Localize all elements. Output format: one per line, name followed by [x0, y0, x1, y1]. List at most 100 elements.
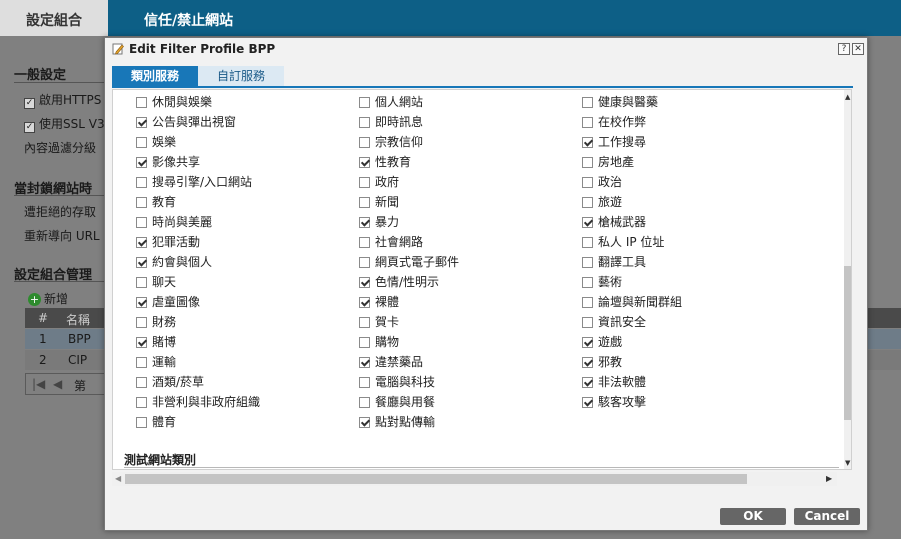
category-item[interactable]: 虐童圖像	[136, 292, 200, 312]
first-page-icon[interactable]: |◀	[32, 377, 45, 391]
tab-trusted-blocked-sites[interactable]: 信任/禁止網站	[118, 0, 318, 36]
category-item[interactable]: 電腦與科技	[359, 372, 435, 392]
category-item[interactable]: 影像共享	[136, 152, 200, 172]
horizontal-scrollbar[interactable]: ◀ ▶	[112, 472, 837, 486]
category-item[interactable]: 犯罪活動	[136, 232, 200, 252]
scrollbar-thumb[interactable]	[125, 474, 747, 484]
category-checkbox[interactable]	[359, 256, 370, 268]
category-checkbox[interactable]	[359, 216, 370, 228]
category-item[interactable]: 餐廳與用餐	[359, 392, 435, 412]
category-checkbox[interactable]	[136, 316, 147, 328]
category-checkbox[interactable]	[359, 96, 370, 108]
tab-category-service[interactable]: 類別服務	[112, 66, 198, 86]
category-item[interactable]: 旅遊	[582, 192, 622, 212]
category-item[interactable]: 體育	[136, 412, 176, 432]
category-item[interactable]: 購物	[359, 332, 399, 352]
category-checkbox[interactable]	[359, 136, 370, 148]
category-item[interactable]: 宗教信仰	[359, 132, 423, 152]
cancel-button[interactable]: Cancel	[794, 508, 860, 525]
category-checkbox[interactable]	[136, 136, 147, 148]
add-button[interactable]: + 新增	[28, 290, 68, 307]
category-item[interactable]: 教育	[136, 192, 176, 212]
category-item[interactable]: 聊天	[136, 272, 176, 292]
category-item[interactable]: 房地產	[582, 152, 634, 172]
category-checkbox[interactable]	[136, 376, 147, 388]
category-checkbox[interactable]	[582, 236, 593, 248]
category-item[interactable]: 搜尋引擎/入口網站	[136, 172, 252, 192]
category-checkbox[interactable]	[359, 236, 370, 248]
category-item[interactable]: 違禁藥品	[359, 352, 423, 372]
category-checkbox[interactable]	[582, 356, 593, 368]
category-item[interactable]: 休閒與娛樂	[136, 92, 212, 112]
category-item[interactable]: 性教育	[359, 152, 411, 172]
scroll-down-icon[interactable]: ▼	[845, 459, 850, 467]
category-item[interactable]: 在校作弊	[582, 112, 646, 132]
category-checkbox[interactable]	[136, 156, 147, 168]
ok-button[interactable]: OK	[720, 508, 786, 525]
scroll-left-icon[interactable]: ◀	[115, 474, 121, 483]
help-icon[interactable]: ?	[838, 43, 850, 55]
category-checkbox[interactable]	[136, 256, 147, 268]
category-checkbox[interactable]	[359, 316, 370, 328]
category-item[interactable]: 網頁式電子郵件	[359, 252, 459, 272]
category-item[interactable]: 論壇與新聞群組	[582, 292, 682, 312]
category-item[interactable]: 邪教	[582, 352, 622, 372]
category-checkbox[interactable]	[136, 396, 147, 408]
category-item[interactable]: 賭博	[136, 332, 176, 352]
category-checkbox[interactable]	[582, 256, 593, 268]
scrollbar-thumb[interactable]	[844, 266, 851, 420]
category-checkbox[interactable]	[359, 116, 370, 128]
scroll-up-icon[interactable]: ▲	[845, 93, 850, 101]
category-item[interactable]: 新聞	[359, 192, 399, 212]
category-checkbox[interactable]	[359, 156, 370, 168]
use-ssl-option[interactable]: ✓ 使用SSL V3	[24, 115, 105, 133]
category-item[interactable]: 健康與醫藥	[582, 92, 658, 112]
category-item[interactable]: 個人網站	[359, 92, 423, 112]
category-checkbox[interactable]	[136, 236, 147, 248]
category-checkbox[interactable]	[136, 336, 147, 348]
category-checkbox[interactable]	[359, 176, 370, 188]
category-checkbox[interactable]	[582, 176, 593, 188]
category-checkbox[interactable]	[359, 296, 370, 308]
tab-custom-service[interactable]: 自訂服務	[198, 66, 284, 86]
category-checkbox[interactable]	[136, 96, 147, 108]
category-item[interactable]: 財務	[136, 312, 176, 332]
category-item[interactable]: 非法軟體	[582, 372, 646, 392]
category-checkbox[interactable]	[582, 296, 593, 308]
category-checkbox[interactable]	[359, 336, 370, 348]
category-checkbox[interactable]	[582, 276, 593, 288]
category-item[interactable]: 藝術	[582, 272, 622, 292]
previous-page-icon[interactable]: ◀	[53, 377, 62, 391]
category-item[interactable]: 運輸	[136, 352, 176, 372]
category-checkbox[interactable]	[136, 176, 147, 188]
category-item[interactable]: 政府	[359, 172, 399, 192]
category-checkbox[interactable]	[582, 336, 593, 348]
category-item[interactable]: 工作搜尋	[582, 132, 646, 152]
category-checkbox[interactable]	[136, 416, 147, 428]
category-checkbox[interactable]	[582, 136, 593, 148]
category-checkbox[interactable]	[359, 196, 370, 208]
category-checkbox[interactable]	[359, 416, 370, 428]
category-checkbox[interactable]	[136, 216, 147, 228]
category-item[interactable]: 翻譯工具	[582, 252, 646, 272]
category-item[interactable]: 公告與彈出視窗	[136, 112, 236, 132]
category-checkbox[interactable]	[136, 196, 147, 208]
category-checkbox[interactable]	[359, 376, 370, 388]
category-item[interactable]: 即時訊息	[359, 112, 423, 132]
category-item[interactable]: 遊戲	[582, 332, 622, 352]
category-item[interactable]: 槍械武器	[582, 212, 646, 232]
category-checkbox[interactable]	[582, 196, 593, 208]
category-checkbox[interactable]	[582, 96, 593, 108]
category-checkbox[interactable]	[359, 356, 370, 368]
category-checkbox[interactable]	[359, 396, 370, 408]
category-checkbox[interactable]	[136, 356, 147, 368]
category-checkbox[interactable]	[582, 396, 593, 408]
enable-https-option[interactable]: ✓ 啟用HTTPS	[24, 91, 101, 109]
category-checkbox[interactable]	[136, 276, 147, 288]
category-item[interactable]: 娛樂	[136, 132, 176, 152]
category-item[interactable]: 酒類/菸草	[136, 372, 204, 392]
category-item[interactable]: 資訊安全	[582, 312, 646, 332]
category-item[interactable]: 暴力	[359, 212, 399, 232]
category-checkbox[interactable]	[136, 296, 147, 308]
category-checkbox[interactable]	[359, 276, 370, 288]
